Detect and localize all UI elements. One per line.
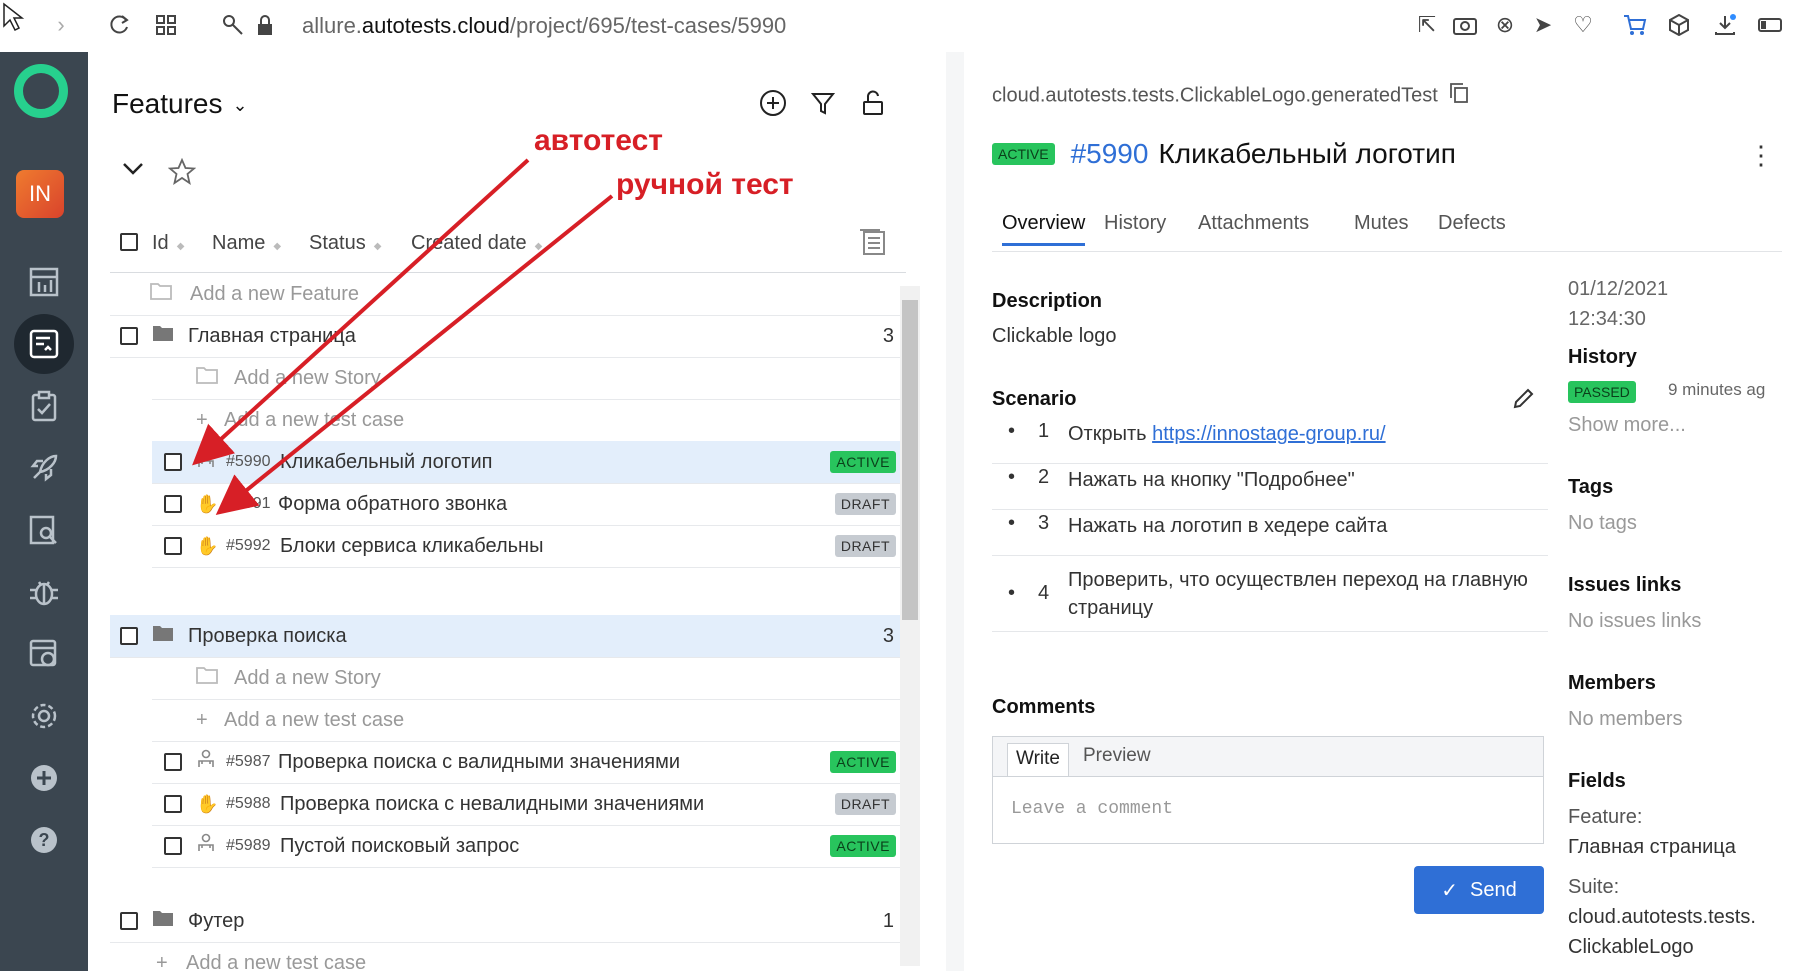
arrow-to-autotest (192, 158, 530, 466)
arrow-to-manual-test (215, 194, 614, 516)
annotation-arrows (192, 158, 614, 516)
